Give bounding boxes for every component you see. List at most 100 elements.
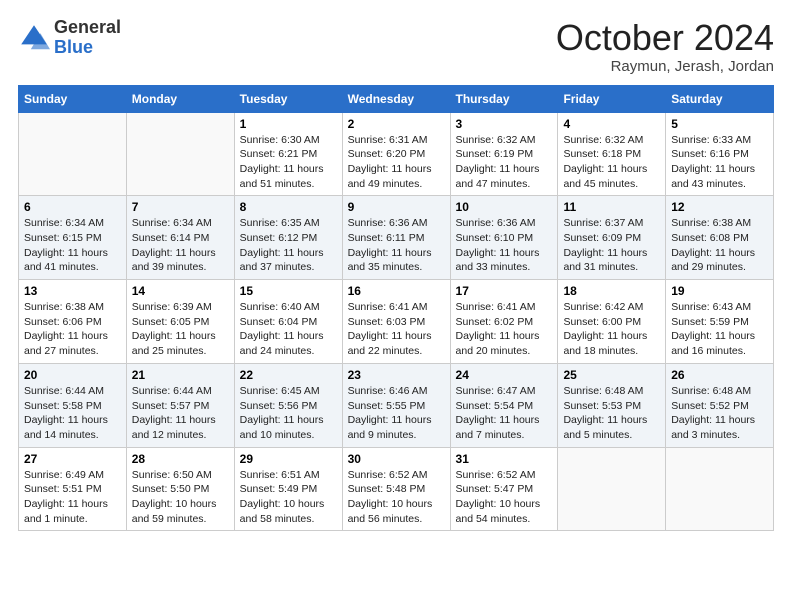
day-info: Sunrise: 6:52 AM Sunset: 5:48 PM Dayligh… <box>348 469 433 525</box>
day-info: Sunrise: 6:48 AM Sunset: 5:53 PM Dayligh… <box>563 385 647 441</box>
page-subtitle: Raymun, Jerash, Jordan <box>556 58 774 75</box>
calendar-week-row: 20Sunrise: 6:44 AM Sunset: 5:58 PM Dayli… <box>19 363 774 447</box>
day-number: 18 <box>563 284 660 298</box>
day-number: 27 <box>24 452 121 466</box>
calendar-cell: 31 Sunrise: 6:52 AM Sunset: 5:47 PM Dayli… <box>450 447 558 531</box>
column-header-friday: Friday <box>558 85 666 112</box>
calendar-cell: 14 Sunrise: 6:39 AM Sunset: 6:05 PM Dayli… <box>126 280 234 364</box>
day-number: 22 <box>240 368 337 382</box>
calendar-cell: 1Sunrise: 6:30 AM Sunset: 6:21 PM Daylig… <box>234 112 342 196</box>
calendar-cell: 3 Sunrise: 6:32 AM Sunset: 6:19 PM Daylig… <box>450 112 558 196</box>
day-number: 11 <box>563 200 660 214</box>
day-number: 28 <box>132 452 229 466</box>
day-number: 26 <box>671 368 768 382</box>
day-number: 8 <box>240 200 337 214</box>
day-number: 30 <box>348 452 445 466</box>
day-number: 23 <box>348 368 445 382</box>
calendar-cell <box>126 112 234 196</box>
day-number: 10 <box>456 200 553 214</box>
calendar-cell: 5 Sunrise: 6:33 AM Sunset: 6:16 PM Daylig… <box>666 112 774 196</box>
calendar-cell: 19Sunrise: 6:43 AM Sunset: 5:59 PM Dayli… <box>666 280 774 364</box>
day-info: Sunrise: 6:35 AM Sunset: 6:12 PM Dayligh… <box>240 217 324 273</box>
logo-general-text: General <box>54 18 121 38</box>
day-number: 31 <box>456 452 553 466</box>
calendar-cell: 24Sunrise: 6:47 AM Sunset: 5:54 PM Dayli… <box>450 363 558 447</box>
day-number: 7 <box>132 200 229 214</box>
day-info: Sunrise: 6:34 AM Sunset: 6:14 PM Dayligh… <box>132 217 216 273</box>
calendar-cell: 26 Sunrise: 6:48 AM Sunset: 5:52 PM Dayli… <box>666 363 774 447</box>
page-header: General Blue October 2024 Raymun, Jerash… <box>18 18 774 75</box>
calendar-cell <box>666 447 774 531</box>
calendar-cell: 29 Sunrise: 6:51 AM Sunset: 5:49 PM Dayli… <box>234 447 342 531</box>
day-info: Sunrise: 6:50 AM Sunset: 5:50 PM Dayligh… <box>132 469 217 525</box>
day-info: Sunrise: 6:51 AM Sunset: 5:49 PM Dayligh… <box>240 469 325 525</box>
page-title: October 2024 <box>556 18 774 58</box>
day-number: 15 <box>240 284 337 298</box>
day-info: Sunrise: 6:36 AM Sunset: 6:11 PM Dayligh… <box>348 217 432 273</box>
calendar-body: 1Sunrise: 6:30 AM Sunset: 6:21 PM Daylig… <box>19 112 774 531</box>
calendar-cell: 8 Sunrise: 6:35 AM Sunset: 6:12 PM Daylig… <box>234 196 342 280</box>
calendar-header: SundayMondayTuesdayWednesdayThursdayFrid… <box>19 85 774 112</box>
day-number: 17 <box>456 284 553 298</box>
day-info: Sunrise: 6:45 AM Sunset: 5:56 PM Dayligh… <box>240 385 324 441</box>
calendar-week-row: 6Sunrise: 6:34 AM Sunset: 6:15 PM Daylig… <box>19 196 774 280</box>
day-number: 3 <box>456 117 553 131</box>
calendar-cell: 16Sunrise: 6:41 AM Sunset: 6:03 PM Dayli… <box>342 280 450 364</box>
calendar-cell: 11 Sunrise: 6:37 AM Sunset: 6:09 PM Dayli… <box>558 196 666 280</box>
calendar-cell: 17 Sunrise: 6:41 AM Sunset: 6:02 PM Dayli… <box>450 280 558 364</box>
day-number: 20 <box>24 368 121 382</box>
day-number: 13 <box>24 284 121 298</box>
day-number: 2 <box>348 117 445 131</box>
day-number: 21 <box>132 368 229 382</box>
calendar-cell: 6Sunrise: 6:34 AM Sunset: 6:15 PM Daylig… <box>19 196 127 280</box>
column-header-thursday: Thursday <box>450 85 558 112</box>
calendar-cell <box>19 112 127 196</box>
day-info: Sunrise: 6:42 AM Sunset: 6:00 PM Dayligh… <box>563 301 647 357</box>
day-info: Sunrise: 6:48 AM Sunset: 5:52 PM Dayligh… <box>671 385 755 441</box>
day-number: 29 <box>240 452 337 466</box>
calendar-cell: 25 Sunrise: 6:48 AM Sunset: 5:53 PM Dayli… <box>558 363 666 447</box>
calendar-week-row: 13 Sunrise: 6:38 AM Sunset: 6:06 PM Dayli… <box>19 280 774 364</box>
column-header-sunday: Sunday <box>19 85 127 112</box>
day-info: Sunrise: 6:49 AM Sunset: 5:51 PM Dayligh… <box>24 469 108 525</box>
day-number: 14 <box>132 284 229 298</box>
logo-blue-text: Blue <box>54 38 121 58</box>
day-info: Sunrise: 6:36 AM Sunset: 6:10 PM Dayligh… <box>456 217 540 273</box>
day-info: Sunrise: 6:44 AM Sunset: 5:57 PM Dayligh… <box>132 385 216 441</box>
column-header-monday: Monday <box>126 85 234 112</box>
column-header-saturday: Saturday <box>666 85 774 112</box>
calendar-cell: 30 Sunrise: 6:52 AM Sunset: 5:48 PM Dayli… <box>342 447 450 531</box>
day-info: Sunrise: 6:32 AM Sunset: 6:19 PM Dayligh… <box>456 134 540 190</box>
day-info: Sunrise: 6:46 AM Sunset: 5:55 PM Dayligh… <box>348 385 432 441</box>
day-info: Sunrise: 6:38 AM Sunset: 6:08 PM Dayligh… <box>671 217 755 273</box>
title-block: October 2024 Raymun, Jerash, Jordan <box>556 18 774 75</box>
day-info: Sunrise: 6:34 AM Sunset: 6:15 PM Dayligh… <box>24 217 108 273</box>
day-info: Sunrise: 6:47 AM Sunset: 5:54 PM Dayligh… <box>456 385 540 441</box>
calendar-table: SundayMondayTuesdayWednesdayThursdayFrid… <box>18 85 774 532</box>
calendar-week-row: 1Sunrise: 6:30 AM Sunset: 6:21 PM Daylig… <box>19 112 774 196</box>
calendar-cell: 15Sunrise: 6:40 AM Sunset: 6:04 PM Dayli… <box>234 280 342 364</box>
calendar-cell: 9 Sunrise: 6:36 AM Sunset: 6:11 PM Daylig… <box>342 196 450 280</box>
calendar-cell: 4Sunrise: 6:32 AM Sunset: 6:18 PM Daylig… <box>558 112 666 196</box>
day-info: Sunrise: 6:37 AM Sunset: 6:09 PM Dayligh… <box>563 217 647 273</box>
column-header-tuesday: Tuesday <box>234 85 342 112</box>
day-number: 25 <box>563 368 660 382</box>
day-number: 19 <box>671 284 768 298</box>
day-number: 5 <box>671 117 768 131</box>
calendar-cell: 23 Sunrise: 6:46 AM Sunset: 5:55 PM Dayli… <box>342 363 450 447</box>
day-info: Sunrise: 6:52 AM Sunset: 5:47 PM Dayligh… <box>456 469 541 525</box>
calendar-cell: 13 Sunrise: 6:38 AM Sunset: 6:06 PM Dayli… <box>19 280 127 364</box>
day-info: Sunrise: 6:41 AM Sunset: 6:03 PM Dayligh… <box>348 301 432 357</box>
day-info: Sunrise: 6:39 AM Sunset: 6:05 PM Dayligh… <box>132 301 216 357</box>
day-info: Sunrise: 6:41 AM Sunset: 6:02 PM Dayligh… <box>456 301 540 357</box>
day-number: 9 <box>348 200 445 214</box>
logo-icon <box>18 22 50 54</box>
calendar-cell: 2Sunrise: 6:31 AM Sunset: 6:20 PM Daylig… <box>342 112 450 196</box>
calendar-cell: 10 Sunrise: 6:36 AM Sunset: 6:10 PM Dayli… <box>450 196 558 280</box>
calendar-cell: 7 Sunrise: 6:34 AM Sunset: 6:14 PM Daylig… <box>126 196 234 280</box>
column-header-wednesday: Wednesday <box>342 85 450 112</box>
logo: General Blue <box>18 18 121 58</box>
calendar-cell <box>558 447 666 531</box>
day-info: Sunrise: 6:38 AM Sunset: 6:06 PM Dayligh… <box>24 301 108 357</box>
day-info: Sunrise: 6:33 AM Sunset: 6:16 PM Dayligh… <box>671 134 755 190</box>
